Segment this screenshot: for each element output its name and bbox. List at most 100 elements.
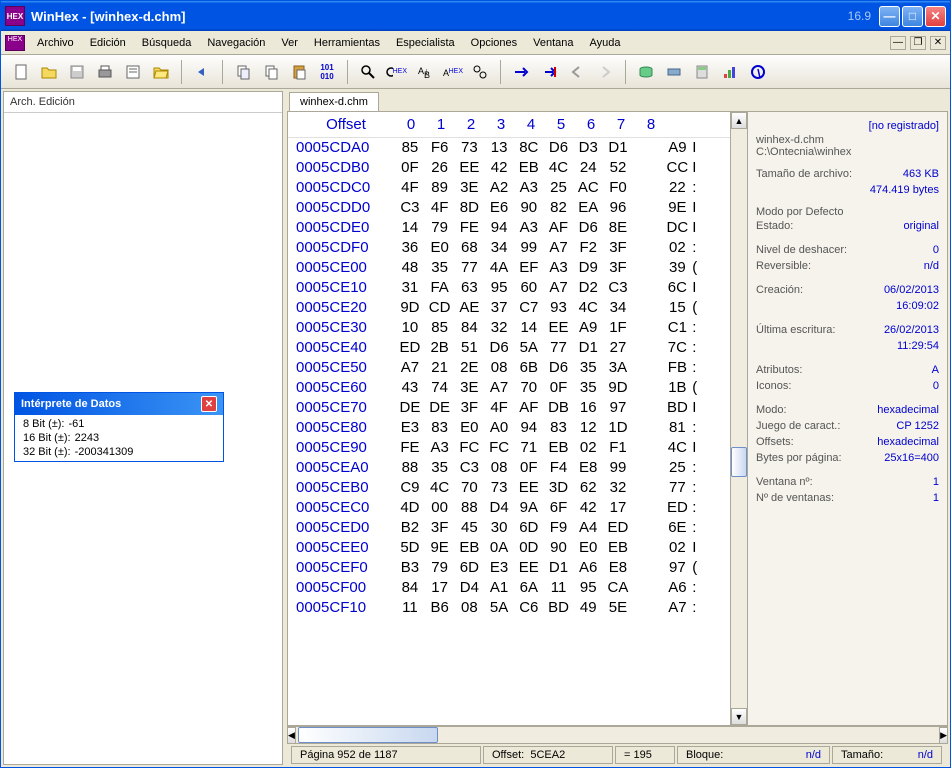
file-size-kb: 463 KB [903,168,939,180]
mode-label: Modo: [756,404,787,416]
scroll-right-button[interactable]: ▶ [939,727,948,744]
find-text-button[interactable]: A↓B [412,60,436,84]
forward-button[interactable] [593,60,617,84]
hex-row[interactable]: 0005CDE01479FE94A3AFD68E DCI [288,218,730,238]
hex-row[interactable]: 0005CE50A7212E086BD6353A FB: [288,358,730,378]
find-again-button[interactable] [468,60,492,84]
hex-row[interactable]: 0005CE80E383E0A09483121D 81: [288,418,730,438]
vertical-scrollbar[interactable]: ▲ ▼ [730,112,747,725]
menu-opciones[interactable]: Opciones [463,35,525,51]
calculator-button[interactable] [690,60,714,84]
goto-button[interactable] [509,60,533,84]
data-interpreter-close-button[interactable]: ✕ [201,396,217,412]
find-button[interactable] [356,60,380,84]
undo-label: Nivel de deshacer: [756,244,847,256]
modified-date: 26/02/2013 [884,324,939,336]
menu-especialista[interactable]: Especialista [388,35,463,51]
new-file-button[interactable] [9,60,33,84]
hex-row[interactable]: 0005CE209DCDAE37C7934C34 15( [288,298,730,318]
app-icon: HEX [5,6,25,26]
options-button[interactable] [746,60,770,84]
mode-default-label: Modo por Defecto [756,206,939,218]
menu-navegacion[interactable]: Navegación [199,35,273,51]
hex-row[interactable]: 0005CDD0C34F8DE69082EA96 9EI [288,198,730,218]
save-button[interactable] [65,60,89,84]
hex-row[interactable]: 0005CE40ED2B51D65A77D127 7C: [288,338,730,358]
menubar: HEX Archivo Edición Búsqueda Navegación … [1,31,950,55]
cut-button[interactable] [231,60,255,84]
horizontal-scrollbar[interactable]: ◀ ▶ [287,726,948,743]
properties-button[interactable] [121,60,145,84]
menu-busqueda[interactable]: Búsqueda [134,35,200,51]
disk-button[interactable] [634,60,658,84]
info-path: C:\Ontecnia\winhex [756,146,939,158]
hex-row[interactable]: 0005CE90FEA3FCFC71EB02F1 4CI [288,438,730,458]
svg-text:B: B [424,70,430,80]
close-button[interactable]: ✕ [925,6,946,27]
menu-ayuda[interactable]: Ayuda [582,35,629,51]
ram-button[interactable] [662,60,686,84]
created-label: Creación: [756,284,803,296]
mdi-close-button[interactable]: ✕ [930,36,946,50]
open-file-button[interactable] [37,60,61,84]
status-offset: Offset: 5CEA2 [483,746,613,764]
titlebar[interactable]: HEX WinHex - [winhex-d.chm] 16.9 — □ ✕ [1,1,950,31]
goto-offset-button[interactable] [537,60,561,84]
binary-button[interactable]: 101010 [315,60,339,84]
hex-row[interactable]: 0005CEC04D0088D49A6F4217 ED: [288,498,730,518]
hex-row[interactable]: 0005CF008417D4A16A1195CA A6: [288,578,730,598]
maximize-button[interactable]: □ [902,6,923,27]
paste-button[interactable] [287,60,311,84]
minimize-button[interactable]: — [879,6,900,27]
toolbar: 101010 HEX A↓B A↓HEX [1,55,950,89]
mode-value: hexadecimal [877,404,939,416]
hex-row[interactable]: 0005CE70DEDE3F4FAFDB1697 BDI [288,398,730,418]
scroll-up-button[interactable]: ▲ [731,112,747,129]
menu-archivo[interactable]: Archivo [29,35,82,51]
statusbar: Página 952 de 1187 Offset: 5CEA2 = 195 B… [287,743,948,765]
find-hex-button[interactable]: HEX [384,60,408,84]
back-button[interactable] [565,60,589,84]
hex-row[interactable]: 0005CEF0B3796DE3EED1A6E8 97( [288,558,730,578]
hex-row[interactable]: 0005CE1031FA639560A7D2C3 6CI [288,278,730,298]
data-interpreter-panel[interactable]: Intérprete de Datos ✕ 8 Bit (±):-6116 Bi… [14,392,224,462]
hex-row[interactable]: 0005CE301085843214EEA91F C1: [288,318,730,338]
reversible-value: n/d [924,260,939,272]
menu-herramientas[interactable]: Herramientas [306,35,388,51]
icons-label: Iconos: [756,380,791,392]
mdi-restore-button[interactable]: ❐ [910,36,926,50]
hex-row[interactable]: 0005CE004835774AEFA3D93F 39( [288,258,730,278]
hex-row[interactable]: 0005CEA08835C3080FF4E899 25: [288,458,730,478]
menu-app-icon[interactable]: HEX [5,35,25,51]
hex-row[interactable]: 0005CED0B23F45306DF9A4ED 6E: [288,518,730,538]
analyze-button[interactable] [718,60,742,84]
hex-row[interactable]: 0005CDA085F673138CD6D3D1 A9I [288,138,730,158]
bytes-per-page-value: 25x16=400 [884,452,939,464]
open-folder-button[interactable] [149,60,173,84]
state-value: original [904,220,939,232]
print-button[interactable] [93,60,117,84]
hex-row[interactable]: 0005CDC04F893EA2A325ACF0 22: [288,178,730,198]
undo-value: 0 [933,244,939,256]
hex-row[interactable]: 0005CDF036E0683499A7F23F 02: [288,238,730,258]
hex-editor[interactable]: Offset012345678 0005CDA085F673138CD6D3D1… [288,112,730,725]
replace-hex-button[interactable]: A↓HEX [440,60,464,84]
copy-button[interactable] [259,60,283,84]
mdi-minimize-button[interactable]: — [890,36,906,50]
hex-row[interactable]: 0005CF1011B6085AC6BD495E A7: [288,598,730,618]
hex-row[interactable]: 0005CEB0C94C7073EE3D6232 77: [288,478,730,498]
menu-ventana[interactable]: Ventana [525,35,581,51]
scroll-down-button[interactable]: ▼ [731,708,747,725]
undo-button[interactable] [190,60,214,84]
file-tab[interactable]: winhex-d.chm [289,92,379,111]
hex-row[interactable]: 0005CDB00F26EE42EB4C2452 CCI [288,158,730,178]
created-time: 16:09:02 [896,300,939,312]
hex-row[interactable]: 0005CEE05D9EEB0A0D90E0EB 02I [288,538,730,558]
menu-edicion[interactable]: Edición [82,35,134,51]
hex-row[interactable]: 0005CE6043743EA7700F359D 1B( [288,378,730,398]
file-size-label: Tamaño de archivo: [756,168,852,180]
icons-value: 0 [933,380,939,392]
data-interpreter-title: Intérprete de Datos [21,398,121,410]
menu-ver[interactable]: Ver [273,35,306,51]
scroll-left-button[interactable]: ◀ [287,727,296,744]
